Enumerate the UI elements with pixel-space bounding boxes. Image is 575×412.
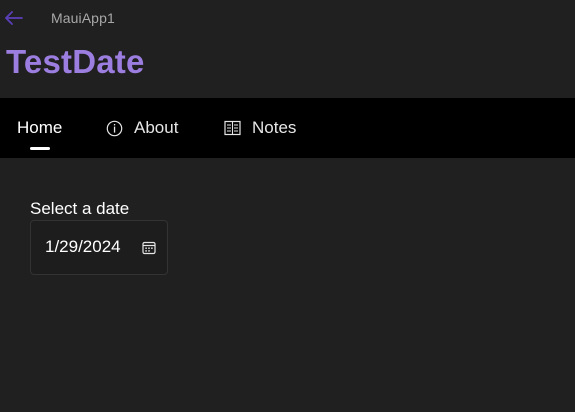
date-value: 1/29/2024 bbox=[45, 237, 121, 256]
notes-icon bbox=[224, 120, 241, 136]
back-button[interactable] bbox=[3, 7, 25, 29]
info-icon bbox=[106, 120, 123, 137]
tab-about-label: About bbox=[134, 118, 179, 137]
selected-tab-indicator bbox=[30, 147, 50, 150]
date-picker[interactable]: 1/29/2024 bbox=[30, 220, 168, 275]
date-label: Select a date bbox=[30, 199, 130, 218]
tab-about[interactable]: About bbox=[106, 98, 178, 158]
tab-home-label: Home bbox=[17, 118, 63, 137]
tab-bar: Home About Notes bbox=[0, 98, 575, 158]
page-title: TestDate bbox=[6, 43, 145, 80]
app-name: MauiApp1 bbox=[51, 10, 115, 26]
tab-notes[interactable]: Notes bbox=[224, 98, 296, 158]
title-bar: MauiApp1 bbox=[0, 0, 575, 36]
arrow-left-icon bbox=[5, 11, 23, 25]
calendar-icon[interactable] bbox=[141, 240, 157, 256]
tab-notes-label: Notes bbox=[252, 118, 297, 137]
app-window: MauiApp1 TestDate Home About Notes Selec… bbox=[0, 0, 575, 412]
